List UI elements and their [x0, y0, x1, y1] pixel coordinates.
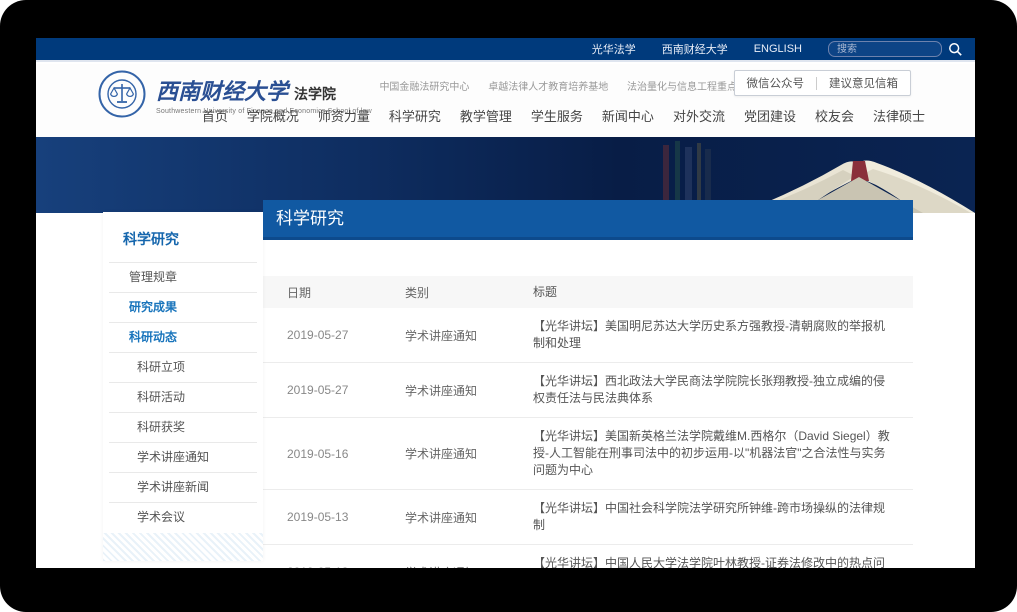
- seal-icon: [98, 70, 146, 118]
- table-row[interactable]: 2019-05-27 学术讲座通知 【光华讲坛】美国明尼苏达大学历史系方强教授-…: [263, 308, 913, 363]
- column-header-category: 类别: [405, 284, 533, 301]
- page-title-bar: 科学研究: [263, 200, 913, 240]
- logo-suffix: 法学院: [294, 86, 336, 102]
- device-frame: 光华法学 西南财经大学 ENGLISH 西南财经大学法: [0, 0, 1017, 612]
- row-category: 学术讲座通知: [405, 445, 533, 462]
- nav-item-faculty[interactable]: 师资力量: [318, 106, 370, 125]
- quick-links: 中国金融法研究中心 卓越法律人才教育培养基地 法治量化与信息工程重点实验室: [363, 78, 767, 93]
- magnifier-icon[interactable]: [948, 42, 963, 57]
- sidebar-item-academic-conference[interactable]: 学术会议: [109, 502, 257, 532]
- table-row[interactable]: 2019-05-13 学术讲座通知 【光华讲坛】中国人民大学法学院叶林教授-证券…: [263, 545, 913, 568]
- row-category: 学术讲座通知: [405, 327, 533, 344]
- nav-item-exchange[interactable]: 对外交流: [673, 106, 725, 125]
- row-title-link[interactable]: 【光华讲坛】中国人民大学法学院叶林教授-证券法修改中的热点问题: [533, 555, 913, 568]
- row-category: 学术讲座通知: [405, 509, 533, 526]
- sidebar: 科学研究 管理规章 研究成果 科研动态 科研立项 科研活动 科研获奖 学术讲座通…: [103, 212, 263, 561]
- column-header-title: 标题: [533, 284, 913, 301]
- suggestion-mailbox-button[interactable]: 建议意见信箱: [817, 75, 910, 91]
- row-date: 2019-05-16: [263, 447, 405, 461]
- nav-item-research[interactable]: 科学研究: [389, 106, 441, 125]
- quick-link-finance-law-center[interactable]: 中国金融法研究中心: [379, 82, 469, 93]
- sidebar-title: 科学研究: [103, 212, 263, 262]
- table-row[interactable]: 2019-05-16 学术讲座通知 【光华讲坛】美国新英格兰法学院戴维M.西格尔…: [263, 418, 913, 490]
- sidebar-item-research-news[interactable]: 科研动态: [109, 322, 257, 352]
- top-utility-bar: 光华法学 西南财经大学 ENGLISH: [36, 38, 975, 62]
- table-row[interactable]: 2019-05-13 学术讲座通知 【光华讲坛】中国社会科学院法学研究所钟维-跨…: [263, 490, 913, 545]
- table-header: 日期 类别 标题: [263, 276, 913, 308]
- quick-link-legal-talent-base[interactable]: 卓越法律人才教育培养基地: [488, 82, 608, 93]
- row-title-link[interactable]: 【光华讲坛】西北政法大学民商法学院院长张翔教授-独立成编的侵权责任法与民法典体系: [533, 373, 913, 407]
- nav-item-jm[interactable]: 法律硕士: [873, 106, 925, 125]
- sidebar-item-lecture-news[interactable]: 学术讲座新闻: [109, 472, 257, 502]
- column-header-date: 日期: [263, 284, 405, 301]
- row-date: 2019-05-13: [263, 510, 405, 524]
- row-category: 学术讲座通知: [405, 564, 533, 569]
- logo-title: 西南财经大学: [156, 79, 288, 104]
- nav-item-home[interactable]: 首页: [202, 106, 228, 125]
- table-row[interactable]: 2019-05-27 学术讲座通知 【光华讲坛】西北政法大学民商法学院院长张翔教…: [263, 363, 913, 418]
- row-title-link[interactable]: 【光华讲坛】美国新英格兰法学院戴维M.西格尔（David Siegel）教授-人…: [533, 428, 913, 479]
- article-list: 日期 类别 标题 2019-05-27 学术讲座通知 【光华讲坛】美国明尼苏达大…: [263, 276, 913, 568]
- sidebar-item-lecture-notices[interactable]: 学术讲座通知: [109, 442, 257, 472]
- row-date: 2019-05-27: [263, 383, 405, 397]
- header-buttons: 微信公众号 建议意见信箱: [734, 70, 912, 96]
- row-date: 2019-05-13: [263, 565, 405, 568]
- page-title: 科学研究: [263, 200, 344, 237]
- sidebar-item-research-awards[interactable]: 科研获奖: [109, 412, 257, 442]
- main-navigation: 首页 学院概况 师资力量 科学研究 教学管理 学生服务 新闻中心 对外交流 党团…: [183, 106, 925, 125]
- browser-viewport: 光华法学 西南财经大学 ENGLISH 西南财经大学法: [36, 38, 975, 568]
- sidebar-hatch-decoration: [103, 533, 263, 561]
- sidebar-item-research-activities[interactable]: 科研活动: [109, 382, 257, 412]
- search-input[interactable]: [828, 41, 942, 57]
- row-date: 2019-05-27: [263, 328, 405, 342]
- nav-item-student-services[interactable]: 学生服务: [531, 106, 583, 125]
- topbar-link-guanghua-law[interactable]: 光华法学: [592, 41, 636, 57]
- sidebar-item-regulations[interactable]: 管理规章: [109, 262, 257, 292]
- nav-item-party[interactable]: 党团建设: [744, 106, 796, 125]
- topbar-link-english[interactable]: ENGLISH: [754, 43, 802, 55]
- row-category: 学术讲座通知: [405, 382, 533, 399]
- row-title-link[interactable]: 【光华讲坛】美国明尼苏达大学历史系方强教授-清朝腐败的举报机制和处理: [533, 318, 913, 352]
- site-header: 西南财经大学法学院 Southwestern University of Fin…: [36, 64, 975, 137]
- sidebar-item-project-approval[interactable]: 科研立项: [109, 352, 257, 382]
- wechat-account-button[interactable]: 微信公众号: [735, 75, 817, 91]
- sidebar-item-research-results[interactable]: 研究成果: [109, 292, 257, 322]
- nav-item-news[interactable]: 新闻中心: [602, 106, 654, 125]
- topbar-link-swufe[interactable]: 西南财经大学: [662, 41, 728, 57]
- nav-item-alumni[interactable]: 校友会: [815, 106, 854, 125]
- row-title-link[interactable]: 【光华讲坛】中国社会科学院法学研究所钟维-跨市场操纵的法律规制: [533, 500, 913, 534]
- nav-item-teaching[interactable]: 教学管理: [460, 106, 512, 125]
- nav-item-overview[interactable]: 学院概况: [247, 106, 299, 125]
